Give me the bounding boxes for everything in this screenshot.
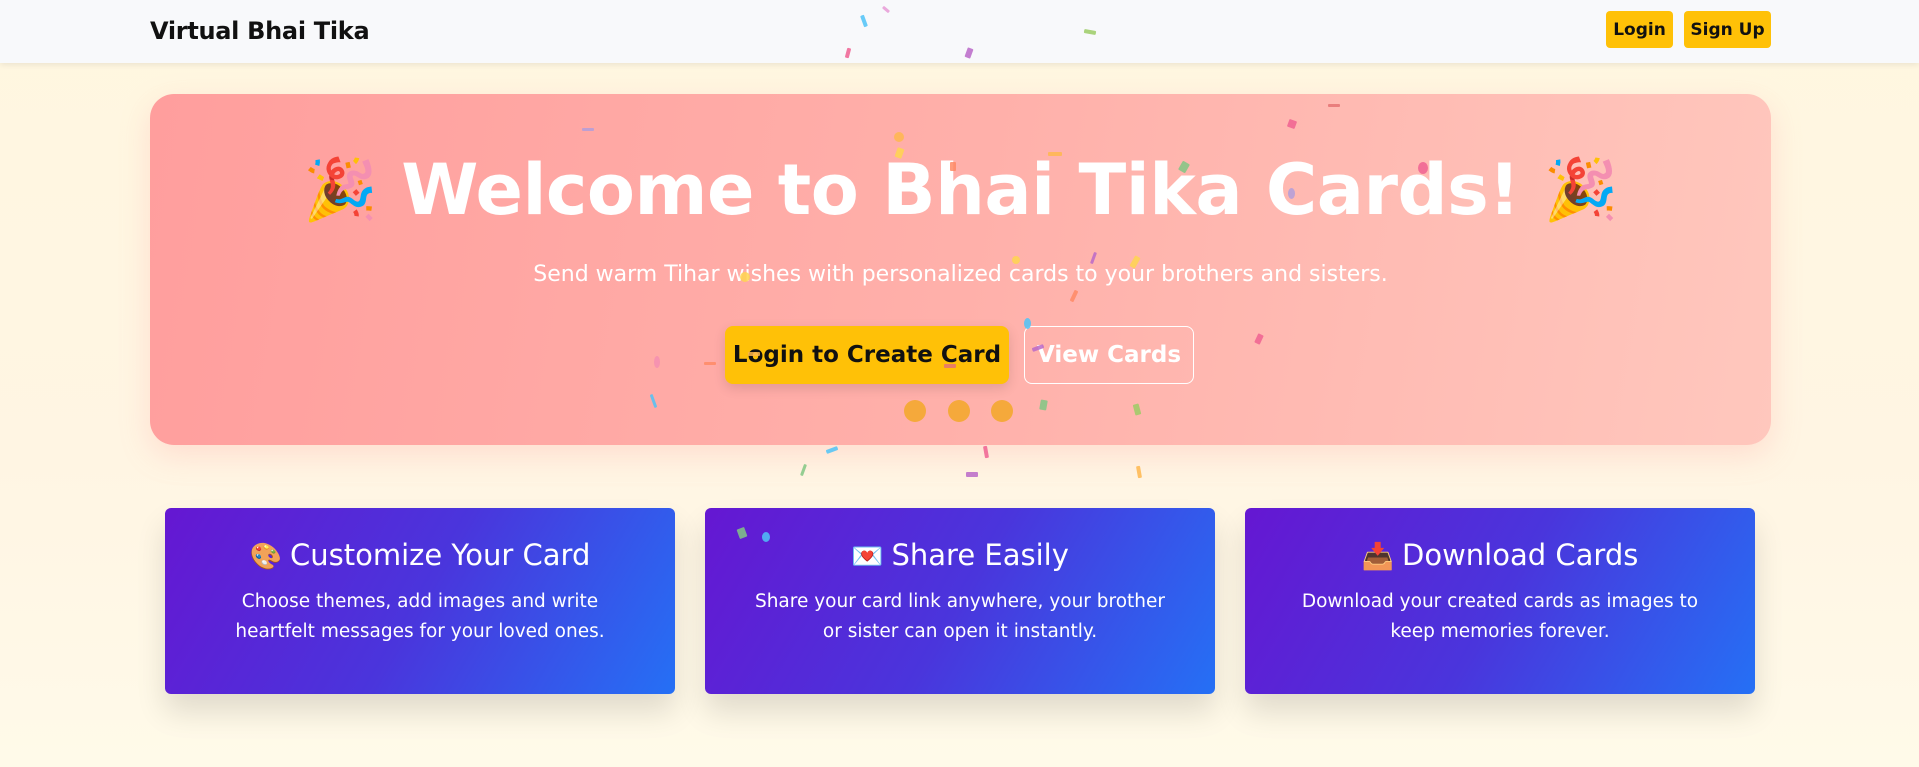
feature-description: Download your created cards as images to… <box>1301 591 1699 642</box>
confetti-piece <box>704 362 716 365</box>
hero-subtitle: Send warm Tihar wishes with personalized… <box>533 262 1388 287</box>
confetti-piece <box>1024 318 1031 329</box>
loading-dot <box>991 400 1013 422</box>
palette-icon: 🎨 <box>249 542 282 572</box>
confetti-piece <box>1328 104 1340 107</box>
confetti-piece <box>950 162 956 171</box>
love-letter-icon: 💌 <box>851 542 884 572</box>
feature-card-customize: 🎨 Customize Your Card Choose themes, add … <box>165 508 675 694</box>
inbox-tray-icon: 📥 <box>1361 542 1395 572</box>
loading-dot <box>948 400 970 422</box>
confetti-piece <box>894 132 904 142</box>
navbar: Virtual Bhai Tika Login Sign Up <box>0 0 1919 63</box>
confetti-piece <box>825 446 839 454</box>
view-cards-button[interactable]: View Cards <box>1024 326 1194 384</box>
party-popper-icon: 🎉 <box>1543 155 1619 225</box>
hero-banner: 🎉 Welcome to Bhai Tika Cards! 🎉 Send war… <box>150 94 1771 445</box>
confetti-piece <box>582 128 594 131</box>
feature-title-text: Share Easily <box>891 538 1069 572</box>
brand-logo[interactable]: Virtual Bhai Tika <box>150 17 370 45</box>
feature-title-text: Customize Your Card <box>289 538 591 572</box>
confetti-piece <box>1135 465 1143 479</box>
feature-description: Choose themes, add images and write hear… <box>235 591 605 642</box>
confetti-piece <box>1012 256 1020 264</box>
feature-title: 💌 Share Easily <box>705 538 1215 572</box>
feature-title-text: Download Cards <box>1402 538 1639 572</box>
confetti-piece <box>654 356 660 368</box>
confetti-piece <box>1418 162 1428 174</box>
confetti-piece <box>1048 152 1062 156</box>
feature-title: 🎨 Customize Your Card <box>165 538 675 572</box>
feature-card-download: 📥 Download Cards Download your created ca… <box>1245 508 1755 694</box>
feature-description: Share your card link anywhere, your brot… <box>754 591 1166 642</box>
hero-title-text: Welcome to Bhai Tika Cards! <box>401 149 1520 231</box>
confetti-piece <box>748 352 760 356</box>
confetti-piece <box>740 272 750 282</box>
confetti-piece <box>966 472 978 477</box>
confetti-piece <box>944 364 956 368</box>
feature-title: 📥 Download Cards <box>1245 538 1755 572</box>
confetti-piece <box>1288 188 1295 199</box>
confetti-piece <box>800 463 807 477</box>
hero-title: 🎉 Welcome to Bhai Tika Cards! 🎉 <box>150 149 1771 231</box>
login-button[interactable]: Login <box>1606 11 1673 48</box>
party-popper-icon: 🎉 <box>303 155 378 225</box>
feature-card-share: 💌 Share Easily Share your card link anywh… <box>705 508 1215 694</box>
login-to-create-card-button[interactable]: Login to Create Card <box>725 326 1009 384</box>
signup-button[interactable]: Sign Up <box>1684 11 1771 48</box>
loading-dot <box>904 400 926 422</box>
confetti-piece <box>982 445 990 459</box>
confetti-piece <box>762 532 770 542</box>
